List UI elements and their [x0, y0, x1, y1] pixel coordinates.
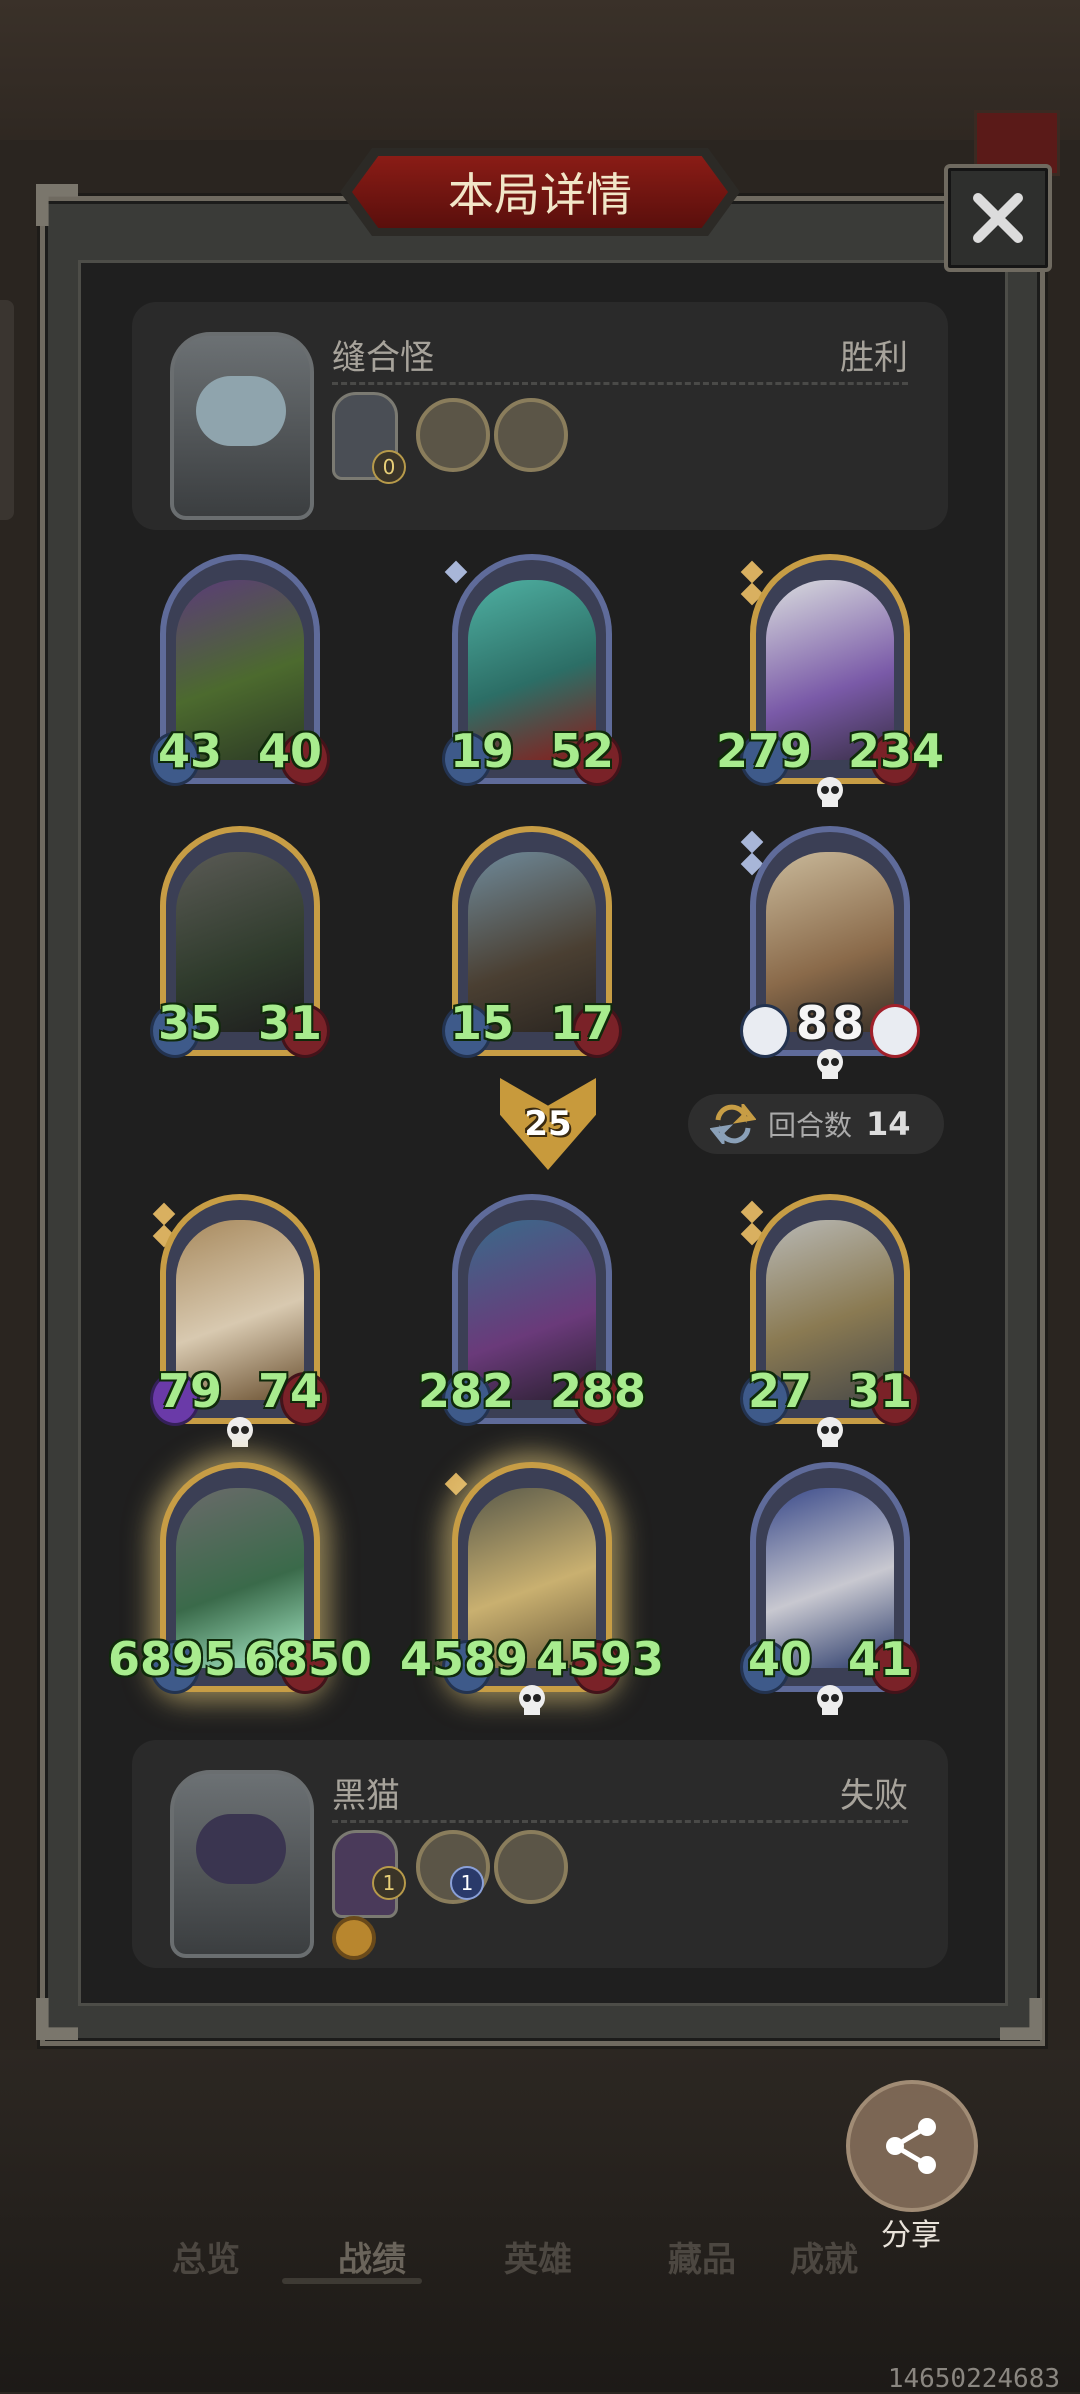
top-background — [0, 0, 1080, 140]
skull-icon — [817, 1417, 843, 1447]
minion-card[interactable]: 282 288 — [418, 1194, 646, 1438]
player-name: 黑猫 — [332, 1776, 400, 1816]
avatar — [170, 1770, 314, 1958]
skull-icon — [519, 1685, 545, 1715]
item-gift-icon[interactable] — [416, 398, 490, 472]
page-title: 本局详情 — [352, 156, 728, 228]
close-icon — [973, 193, 1023, 243]
health-value: 52 — [550, 724, 615, 778]
health-value: 234 — [848, 724, 945, 778]
player-card-bottom: 黑猫 失败 1 1 — [132, 1740, 948, 1968]
attack-value: 19 — [449, 724, 514, 778]
match-result: 胜利 — [840, 338, 908, 378]
health-value: 40 — [258, 724, 323, 778]
attack-value: 15 — [449, 996, 514, 1050]
minion-card[interactable]: 19 52 — [442, 554, 622, 798]
attack-value: 27 — [747, 1364, 812, 1418]
skull-icon — [817, 1049, 843, 1079]
attack-value: 40 — [747, 1632, 812, 1686]
coin-icon — [332, 1916, 376, 1960]
minion-card[interactable]: 27 31 — [740, 1194, 920, 1447]
refresh-icon — [710, 1104, 756, 1144]
health-value: 17 — [550, 996, 615, 1050]
health-value: 31 — [848, 1364, 913, 1418]
nav-tab-heroes[interactable]: 英雄 — [504, 2232, 572, 2281]
attack-value: 8 — [795, 996, 828, 1050]
minion-card[interactable]: 279 234 — [716, 554, 944, 807]
health-value: 74 — [258, 1364, 323, 1418]
minion-card[interactable]: 15 17 — [442, 826, 622, 1070]
nav-active-indicator — [282, 2278, 422, 2284]
attack-value: 282 — [417, 1364, 514, 1418]
match-result: 失败 — [840, 1776, 908, 1816]
minion-card[interactable]: 40 41 — [740, 1462, 920, 1715]
item-bottle-icon[interactable] — [494, 1830, 568, 1904]
minion-card[interactable]: 35 31 — [150, 826, 330, 1070]
round-value: 14 — [866, 1105, 911, 1143]
minion-card[interactable]: 4589 4593 — [400, 1462, 664, 1715]
nav-tab-collection[interactable]: 藏品 — [668, 2232, 736, 2281]
skull-icon — [817, 1685, 843, 1715]
attack-value: 79 — [157, 1364, 222, 1418]
attack-value: 35 — [157, 996, 222, 1050]
health-value: 4593 — [536, 1632, 665, 1686]
share-icon — [886, 2118, 936, 2174]
level-badge: 1 — [372, 1866, 406, 1900]
nav-tab-records[interactable]: 战绩 — [338, 2232, 406, 2281]
nav-tab-overview[interactable]: 总览 — [172, 2232, 240, 2281]
minion-card[interactable]: 6895 6850 — [108, 1462, 372, 1706]
minion-card[interactable]: 79 74 — [150, 1194, 330, 1447]
minion-card[interactable]: 8 8 — [740, 826, 920, 1079]
health-value: 8 — [832, 996, 865, 1050]
health-value: 288 — [550, 1364, 647, 1418]
side-tab — [0, 300, 14, 520]
item-badge: 1 — [450, 1866, 484, 1900]
avatar — [170, 332, 314, 520]
health-value: 6850 — [244, 1632, 373, 1686]
skull-icon — [227, 1417, 253, 1447]
attack-value: 279 — [715, 724, 812, 778]
health-value: 41 — [848, 1632, 913, 1686]
share-button[interactable] — [846, 2080, 978, 2212]
close-button[interactable] — [944, 164, 1052, 272]
round-count: 回合数 14 — [688, 1094, 944, 1154]
skull-icon — [817, 777, 843, 807]
attack-value: 4589 — [399, 1632, 528, 1686]
player-name: 缝合怪 — [332, 338, 434, 378]
share-label: 分享 — [881, 2218, 941, 2253]
user-id: 14650224683 — [887, 2364, 1060, 2394]
player-card-top: 缝合怪 胜利 0 — [132, 302, 948, 530]
health-value: 31 — [258, 996, 323, 1050]
item-idol-icon[interactable] — [494, 398, 568, 472]
minion-card[interactable]: 43 40 — [150, 554, 330, 798]
round-label: 回合数 — [768, 1109, 853, 1142]
level-badge: 0 — [372, 450, 406, 484]
nav-tab-achievements[interactable]: 成就 — [790, 2232, 858, 2281]
attack-value: 6895 — [107, 1632, 236, 1686]
attack-value: 43 — [157, 724, 222, 778]
